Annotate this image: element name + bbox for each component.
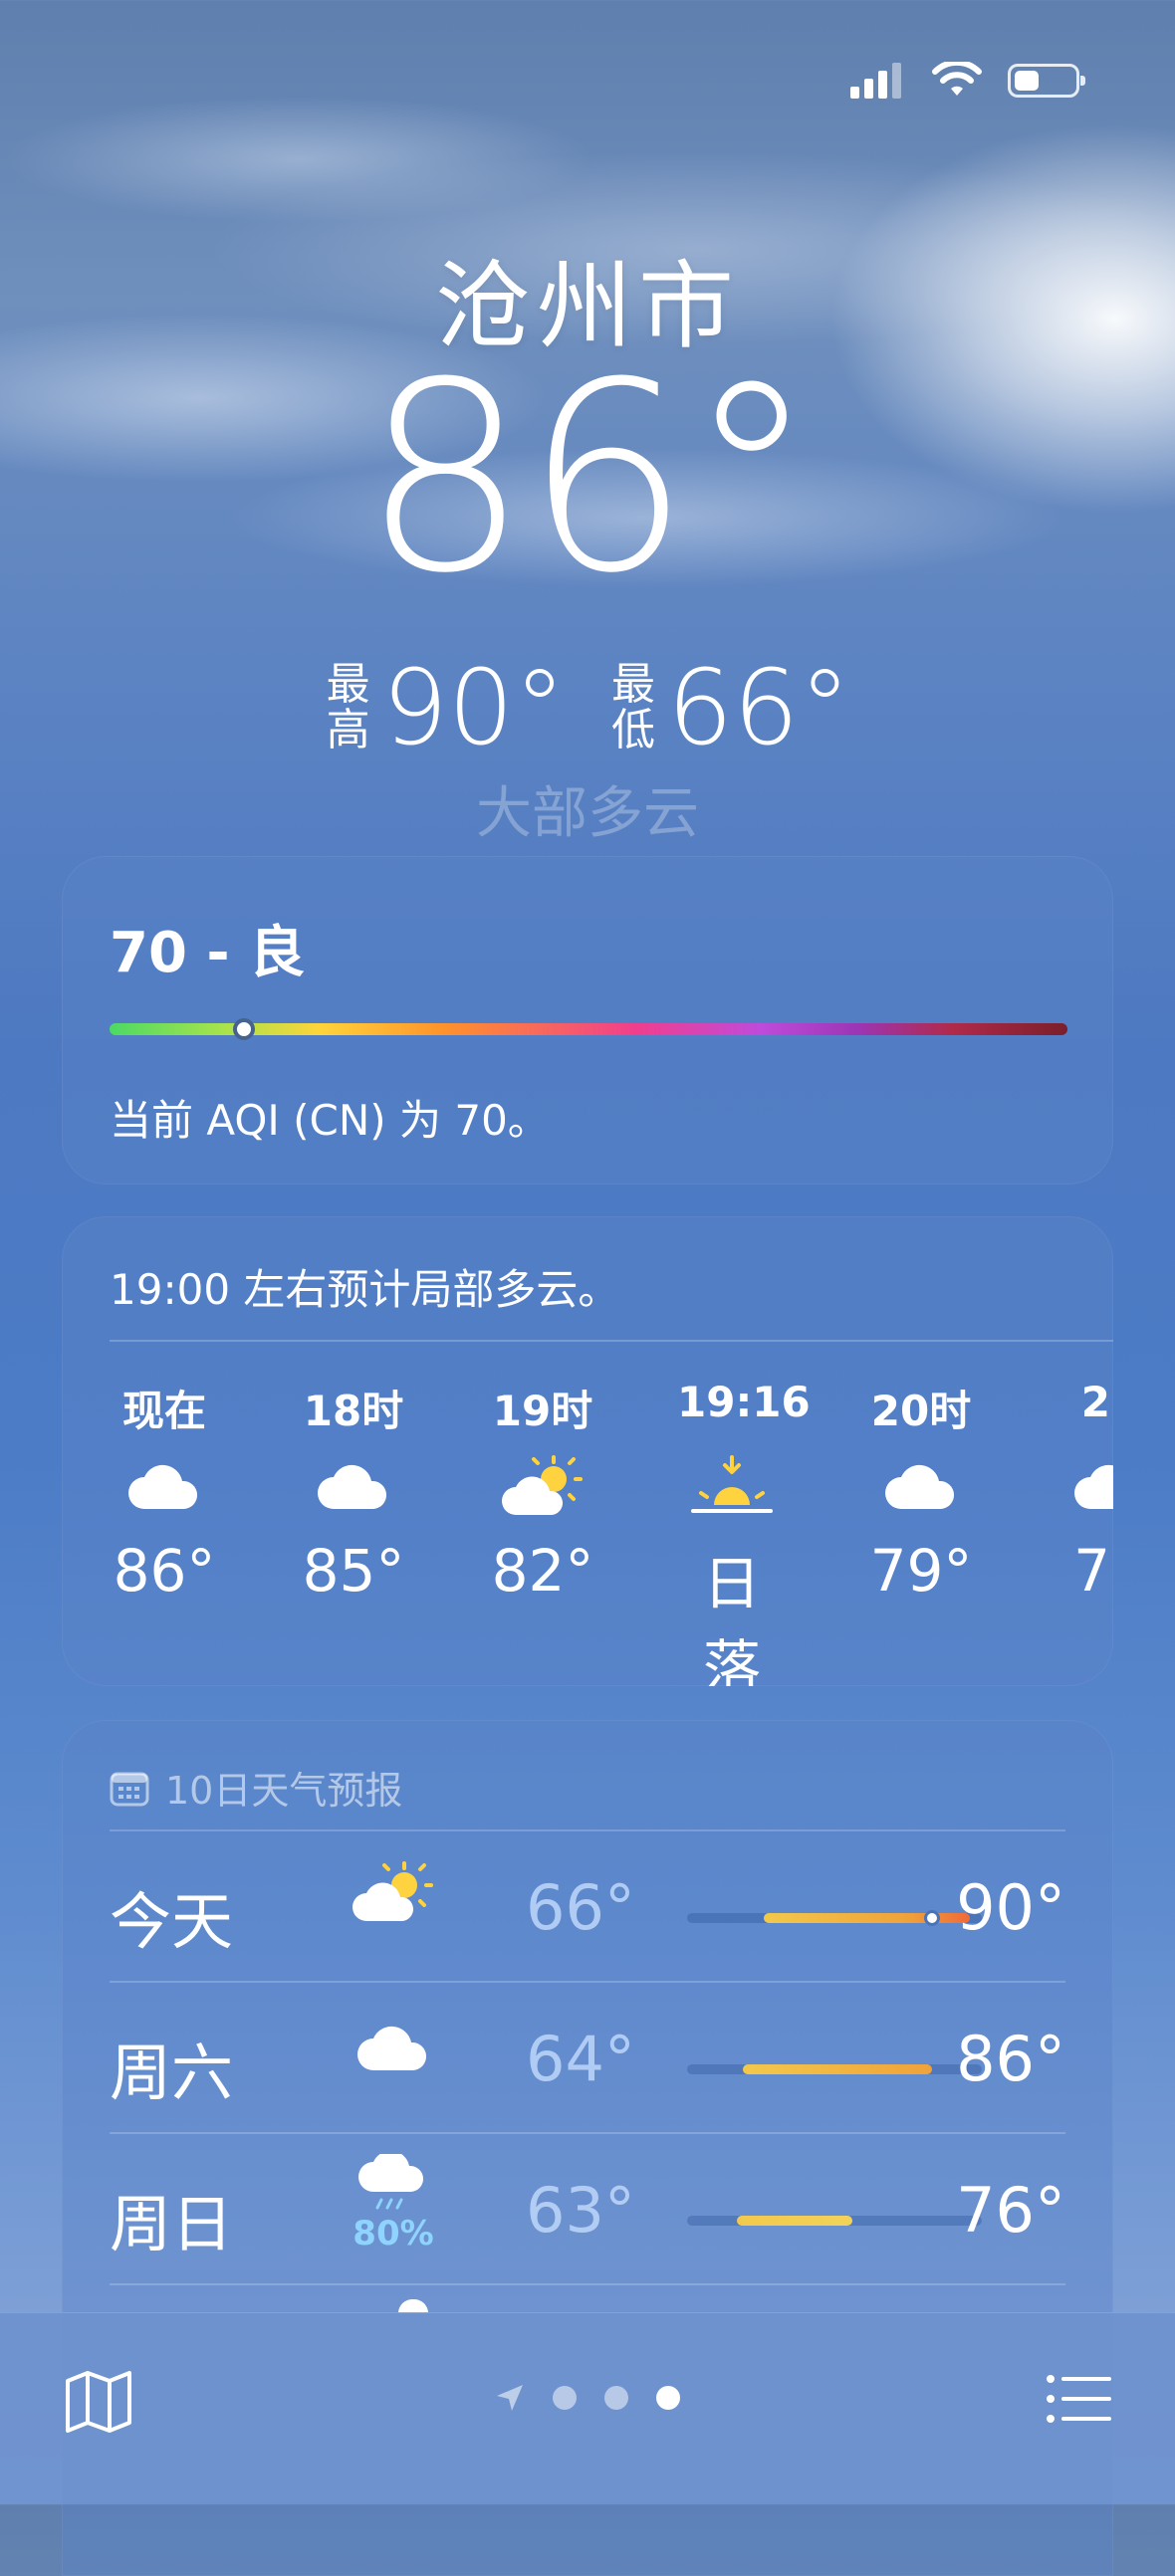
day-low: 66° [526, 1871, 635, 1944]
day-row[interactable]: 今天 66° 90° [110, 1831, 1065, 1981]
battery-icon [1008, 64, 1085, 98]
hour-time: 19:16 [677, 1378, 811, 1426]
hour-time: 21 [1080, 1378, 1113, 1426]
partly-sunny-icon [339, 1861, 448, 1925]
page-indicator[interactable] [0, 2383, 1175, 2413]
cloud-icon [110, 1437, 219, 1537]
page-dot [604, 2386, 628, 2410]
day-row[interactable]: 周六 64° 86° [110, 1983, 1065, 2132]
temp-range-track [687, 2064, 982, 2074]
hour-temp: 日落 [702, 1550, 761, 1686]
hour-item: 19:16 日落 [677, 1378, 866, 1686]
day-high: 76° [956, 2174, 1065, 2247]
cellular-icon [850, 63, 901, 99]
day-high: 86° [956, 2023, 1065, 2095]
hourly-forecast-card[interactable]: 19:00 左右预计局部多云。 现在 86° 18时 85° 19时 82° 1… [62, 1216, 1113, 1686]
high-label: 最 高 [326, 658, 370, 755]
calendar-icon [110, 1772, 149, 1806]
bottom-toolbar [0, 2312, 1175, 2504]
aqi-indicator [232, 1018, 255, 1040]
day-row[interactable]: 周日 80% 63° 76° [110, 2134, 1065, 2283]
day-low: 63° [526, 2174, 635, 2247]
cloud-icon [866, 1437, 976, 1537]
hour-time: 现在 [121, 1387, 206, 1435]
hour-item: 21 77 [1056, 1378, 1113, 1686]
day-label: 今天 [110, 1885, 234, 1958]
high-low: 最 高 90° 最 低 66° [0, 647, 1175, 768]
list-icon [1047, 2375, 1111, 2423]
aqi-card[interactable]: 70 - 良 当前 AQI (CN) 为 70。 [62, 856, 1113, 1184]
hour-time: 20时 [870, 1387, 972, 1435]
condition-text: 大部多云 [476, 781, 699, 846]
location-arrow-icon [497, 2385, 523, 2411]
partial-next-day-icon [398, 2299, 428, 2313]
list-button[interactable] [1046, 2373, 1111, 2429]
hour-time: 19时 [492, 1387, 593, 1435]
temp-range-bar [737, 2216, 852, 2226]
cloud-icon [1056, 1437, 1113, 1537]
temp-range-track [687, 1910, 982, 1926]
cloud-icon [299, 1437, 408, 1537]
day-label: 周六 [110, 2037, 234, 2109]
hour-item: 18时 85° [299, 1378, 488, 1686]
day-label: 周日 [110, 2188, 234, 2260]
hour-temp: 77 [1073, 1537, 1113, 1605]
page-dot-active [656, 2386, 680, 2410]
aqi-description: 当前 AQI (CN) 为 70。 [110, 1096, 550, 1145]
page-dot [553, 2386, 577, 2410]
high-temp-group: 最 高 90° [325, 647, 566, 768]
hour-temp: 82° [491, 1537, 594, 1605]
hour-time: 18时 [303, 1387, 404, 1435]
cloud-icon [339, 2025, 448, 2072]
temp-range-track [687, 2216, 982, 2226]
hour-temp: 85° [302, 1537, 405, 1605]
ten-day-title: 10日天气预报 [165, 1769, 403, 1813]
precip-chance: 80% [352, 2214, 434, 2254]
rain-cloud-icon: 80% [339, 2154, 448, 2254]
temp-range-bar [743, 2064, 932, 2074]
sunset-icon [677, 1437, 787, 1537]
hour-item: 现在 86° [110, 1378, 299, 1686]
hourly-list[interactable]: 现在 86° 18时 85° 19时 82° 19:16 日落 20时 79° … [110, 1378, 1113, 1686]
current-temp-marker [923, 1910, 940, 1926]
hourly-divider [110, 1340, 1113, 1342]
status-bar [850, 62, 1085, 100]
hourly-summary: 19:00 左右预计局部多云。 [110, 1265, 620, 1314]
row-divider [110, 2283, 1065, 2285]
ten-day-header: 10日天气预报 [110, 1760, 402, 1815]
low-temp-group: 最 低 66° [609, 647, 850, 768]
day-high: 90° [956, 1871, 1065, 1944]
high-temp: 90° [381, 647, 566, 768]
current-temperature: 86° [361, 326, 817, 630]
wifi-icon [932, 62, 982, 96]
day-low: 64° [526, 2023, 635, 2095]
low-label: 最 低 [611, 658, 655, 755]
aqi-title: 70 - 良 [110, 921, 306, 985]
hour-item: 20时 79° [866, 1378, 1056, 1686]
hour-temp: 86° [113, 1537, 216, 1605]
hour-item: 19时 82° [488, 1378, 677, 1686]
partly-sunny-icon [488, 1437, 597, 1537]
low-temp: 66° [667, 647, 851, 768]
hour-temp: 79° [869, 1537, 973, 1605]
